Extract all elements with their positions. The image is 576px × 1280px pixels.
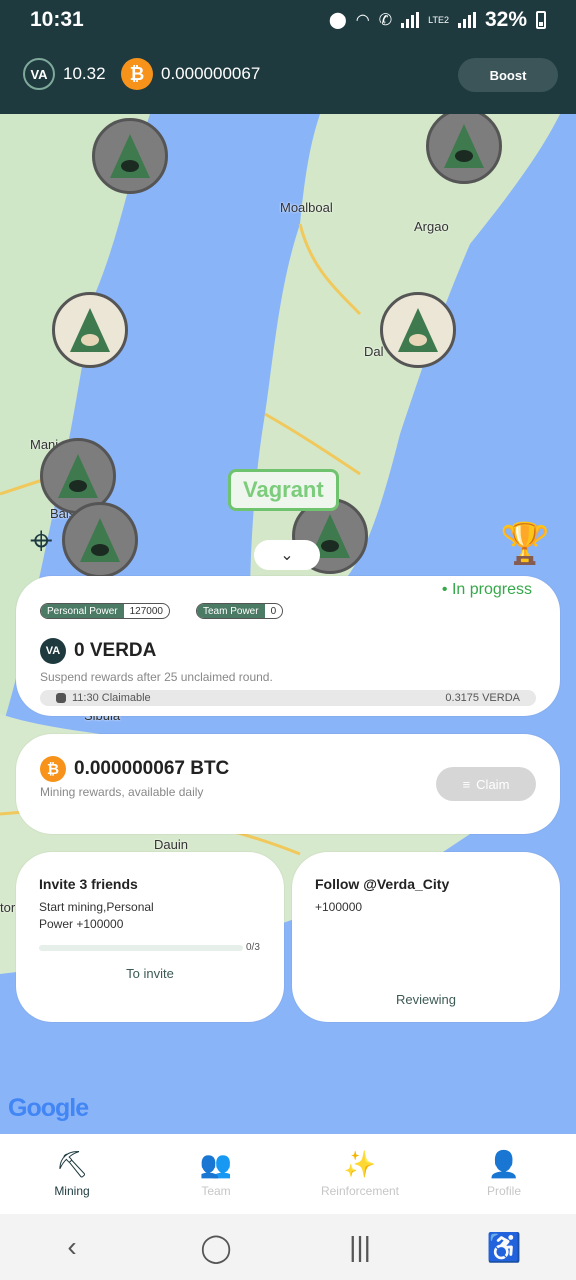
recents-icon[interactable]: ||| [330, 1231, 390, 1263]
btc-row: ₿ 0.000000067 BTC [40, 756, 229, 782]
bottom-navigation: ⛏ Mining 👥 Team ✨ Reinforcement 👤 Profil… [0, 1134, 576, 1214]
va-balance: VA 10.32 [23, 58, 106, 90]
invite-task-card: Invite 3 friends Start mining,Personal P… [16, 852, 284, 1022]
tree-avatar-icon [444, 124, 484, 168]
mining-spot-pin[interactable] [62, 502, 138, 578]
place-label: Dauin [154, 837, 188, 852]
trophy-icon[interactable]: 🏆 [500, 520, 550, 567]
google-logo: Google [8, 1094, 89, 1122]
invite-button[interactable]: To invite [16, 966, 284, 981]
btc-amount: 0.000000067 BTC [74, 758, 230, 779]
btc-balance: ₿ 0.000000067 [121, 58, 260, 90]
claimable-time: 11:30 Claimable [72, 692, 151, 704]
vagrant-spot-label[interactable]: Vagrant [228, 469, 339, 511]
personal-power-tag: Personal Power 127000 [40, 603, 170, 619]
battery-percent: 32% [484, 8, 527, 31]
tree-avatar-icon [398, 308, 438, 352]
btc-note: Mining rewards, available daily [40, 785, 204, 799]
place-label: Argao [414, 219, 449, 234]
nav-mining[interactable]: ⛏ Mining [0, 1134, 144, 1214]
task-title: Invite 3 friends [39, 876, 138, 892]
tree-avatar-icon [58, 454, 98, 498]
shovel-icon: ⛏ [55, 1149, 89, 1179]
btc-balance-value: 0.000000067 [161, 64, 261, 83]
task-description: Start mining,Personal Power +100000 [39, 900, 154, 931]
verda-row: VA 0 VERDA [40, 638, 156, 664]
verda-amount: 0 VERDA [74, 640, 157, 661]
follow-task-card: Follow @Verda_City +100000 Reviewing [292, 852, 560, 1022]
network-label: LTE2 [428, 14, 449, 25]
top-bar: 10:31 ⬤ ◠ ✆ LTE2 32% VA 10.32 ₿ 0.000000… [0, 0, 576, 114]
va-balance-value: 10.32 [63, 64, 106, 83]
status-icons: ⬤ ◠ ✆ LTE2 32% [329, 8, 546, 32]
collapse-panel-button[interactable]: ⌄ [254, 540, 320, 570]
coins-icon: ≡ [462, 776, 471, 792]
my-location-icon[interactable]: ⌖ [30, 519, 53, 564]
signal-icon [401, 12, 420, 28]
place-label: Moalboal [280, 200, 333, 215]
mining-spot-pin[interactable] [52, 292, 128, 368]
signal-icon-2 [457, 12, 476, 28]
status-time: 10:31 [30, 8, 84, 31]
system-navigation: ‹ ◯ ||| ♿ [0, 1214, 576, 1280]
accessibility-icon[interactable]: ♿ [474, 1231, 534, 1264]
btc-card: ₿ 0.000000067 BTC Mining rewards, availa… [16, 734, 560, 834]
location-icon: ⬤ [328, 12, 347, 29]
profile-icon: 👤 [487, 1149, 521, 1179]
reviewing-status: Reviewing [396, 992, 456, 1007]
mining-card: In progress Personal Power 127000 Team P… [16, 576, 560, 716]
task-progress-count: 0/3 [246, 942, 260, 953]
nav-profile[interactable]: 👤 Profile [432, 1134, 576, 1214]
va-token-icon: VA [23, 58, 55, 90]
task-description: +100000 [315, 900, 363, 914]
claimable-bar: 11:30 Claimable 0.3175 VERDA [40, 690, 536, 706]
status-bar: 10:31 ⬤ ◠ ✆ LTE2 32% [0, 0, 576, 42]
va-token-icon: VA [40, 638, 66, 664]
task-title: Follow @Verda_City [315, 876, 450, 892]
battery-icon [536, 11, 546, 29]
task-progress-bar [39, 945, 243, 951]
coins-icon [56, 693, 66, 703]
team-power-tag: Team Power 0 [196, 603, 284, 619]
claim-button[interactable]: ≡ Claim [436, 767, 536, 801]
place-label: Dal [364, 344, 384, 359]
home-icon[interactable]: ◯ [186, 1231, 246, 1264]
bitcoin-icon: ₿ [40, 756, 66, 782]
mining-spot-pin[interactable] [380, 292, 456, 368]
tree-avatar-icon [110, 134, 150, 178]
nav-team[interactable]: 👥 Team [144, 1134, 288, 1214]
mining-status: In progress [442, 581, 532, 599]
claimable-amount: 0.3175 VERDA [445, 692, 520, 704]
place-label: tor [0, 900, 16, 915]
boost-button[interactable]: Boost [458, 58, 558, 92]
call-icon: ✆ [378, 12, 393, 29]
tree-avatar-icon [80, 518, 120, 562]
suspend-note: Suspend rewards after 25 unclaimed round… [40, 670, 273, 684]
team-icon: 👥 [199, 1149, 233, 1179]
bitcoin-icon: ₿ [121, 58, 153, 90]
wifi-icon: ◠ [355, 12, 370, 29]
back-icon[interactable]: ‹ [42, 1231, 102, 1263]
magic-wand-icon: ✨ [343, 1149, 377, 1179]
mining-spot-pin[interactable] [92, 118, 168, 194]
tree-avatar-icon [70, 308, 110, 352]
chevron-down-icon: ⌄ [280, 547, 294, 564]
nav-reinforcement[interactable]: ✨ Reinforcement [288, 1134, 432, 1214]
